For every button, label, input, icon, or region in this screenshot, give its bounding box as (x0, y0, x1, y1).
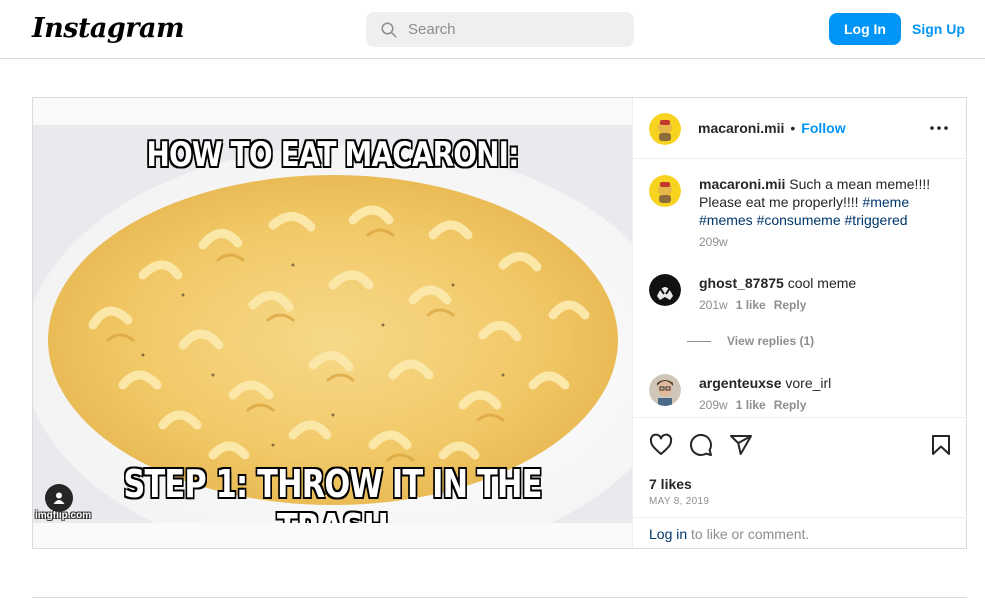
header-user: macaroni.mii • Follow (698, 120, 846, 136)
commenter-avatar[interactable] (649, 274, 681, 306)
author-avatar[interactable] (649, 113, 681, 145)
login-button[interactable]: Log In (829, 13, 901, 45)
post-sidebar: macaroni.mii • Follow macaroni.mii Such a … (632, 98, 967, 548)
meme-top-text: HOW TO EAT MACARONI: (146, 134, 521, 176)
comment-meta: 201w 1 like Reply (699, 298, 806, 312)
caption-avatar[interactable] (649, 175, 681, 207)
likes-count[interactable]: 7 likes (649, 476, 692, 492)
caption-text: macaroni.mii Such a mean meme!!!! Please… (699, 175, 949, 229)
separator-dot: • (790, 120, 796, 136)
view-replies-label: View replies (1) (727, 334, 815, 348)
comment-meta: 209w 1 like Reply (699, 398, 806, 412)
post-actions: 7 likes MAY 8, 2019 (633, 417, 967, 517)
page-divider (32, 597, 967, 598)
post-card: HOW TO EAT MACARONI: STEP 1: THROW IT IN… (32, 97, 967, 549)
post-date[interactable]: MAY 8, 2019 (649, 496, 709, 507)
search-input[interactable] (408, 12, 618, 47)
hashtag-link[interactable]: #triggered (845, 212, 908, 228)
top-navigation: Instagram Log In Sign Up (0, 0, 985, 59)
hashtag-link[interactable]: #consumeme (757, 212, 841, 228)
comment-text: ghost_87875 cool meme (699, 274, 949, 292)
heart-icon[interactable] (649, 433, 673, 457)
caption: macaroni.mii Such a mean meme!!!! Please… (649, 175, 949, 255)
comments-list[interactable]: macaroni.mii Such a mean meme!!!! Please… (633, 160, 967, 414)
caption-age[interactable]: 209w (699, 235, 728, 249)
login-prompt-text: to like or comment. (687, 526, 810, 542)
comment-body: cool meme (787, 275, 857, 291)
comment-username[interactable]: ghost_87875 (699, 275, 784, 291)
search-icon (381, 22, 397, 38)
share-icon[interactable] (729, 433, 753, 457)
meme-image[interactable]: HOW TO EAT MACARONI: STEP 1: THROW IT IN… (33, 125, 632, 523)
signup-button[interactable]: Sign Up (912, 13, 965, 45)
meme-bottom-text: STEP 1: THROW IT IN THE TRASH (123, 461, 544, 523)
comment-row: ghost_87875 cool meme 201w 1 like Reply Vi… (649, 274, 949, 354)
more-icon[interactable] (929, 121, 949, 135)
comment-username[interactable]: argenteuxse (699, 375, 781, 391)
commenter-avatar[interactable] (649, 374, 681, 406)
comment-body: vore_irl (785, 375, 832, 391)
login-link[interactable]: Log in (649, 526, 687, 542)
comment-icon[interactable] (689, 433, 713, 457)
follow-button[interactable]: Follow (801, 120, 845, 136)
user-tag-icon (53, 492, 65, 504)
bookmark-icon[interactable] (929, 433, 953, 457)
tagged-users-button[interactable] (45, 484, 73, 512)
post-header: macaroni.mii • Follow (633, 98, 967, 159)
hashtag-link[interactable]: #memes (699, 212, 753, 228)
post-media[interactable]: HOW TO EAT MACARONI: STEP 1: THROW IT IN… (33, 98, 632, 548)
replies-line (687, 341, 711, 343)
comment-age[interactable]: 201w (699, 298, 728, 312)
comment-likes[interactable]: 1 like (736, 398, 766, 412)
comment-age[interactable]: 209w (699, 398, 728, 412)
reply-button[interactable]: Reply (774, 298, 807, 312)
caption-username[interactable]: macaroni.mii (699, 176, 785, 192)
instagram-logo[interactable]: Instagram (32, 13, 185, 44)
view-replies-button[interactable]: View replies (1) (687, 334, 814, 348)
login-prompt: Log in to like or comment. (633, 517, 967, 548)
imgflip-watermark: imgflip.com (35, 510, 92, 521)
author-username[interactable]: macaroni.mii (698, 120, 784, 136)
search-box[interactable] (366, 12, 634, 47)
comment-row: argenteuxse vore_irl 209w 1 like Reply (649, 374, 949, 414)
comment-likes[interactable]: 1 like (736, 298, 766, 312)
hashtag-link[interactable]: #meme (862, 194, 909, 210)
comment-text: argenteuxse vore_irl (699, 374, 949, 392)
reply-button[interactable]: Reply (774, 398, 807, 412)
